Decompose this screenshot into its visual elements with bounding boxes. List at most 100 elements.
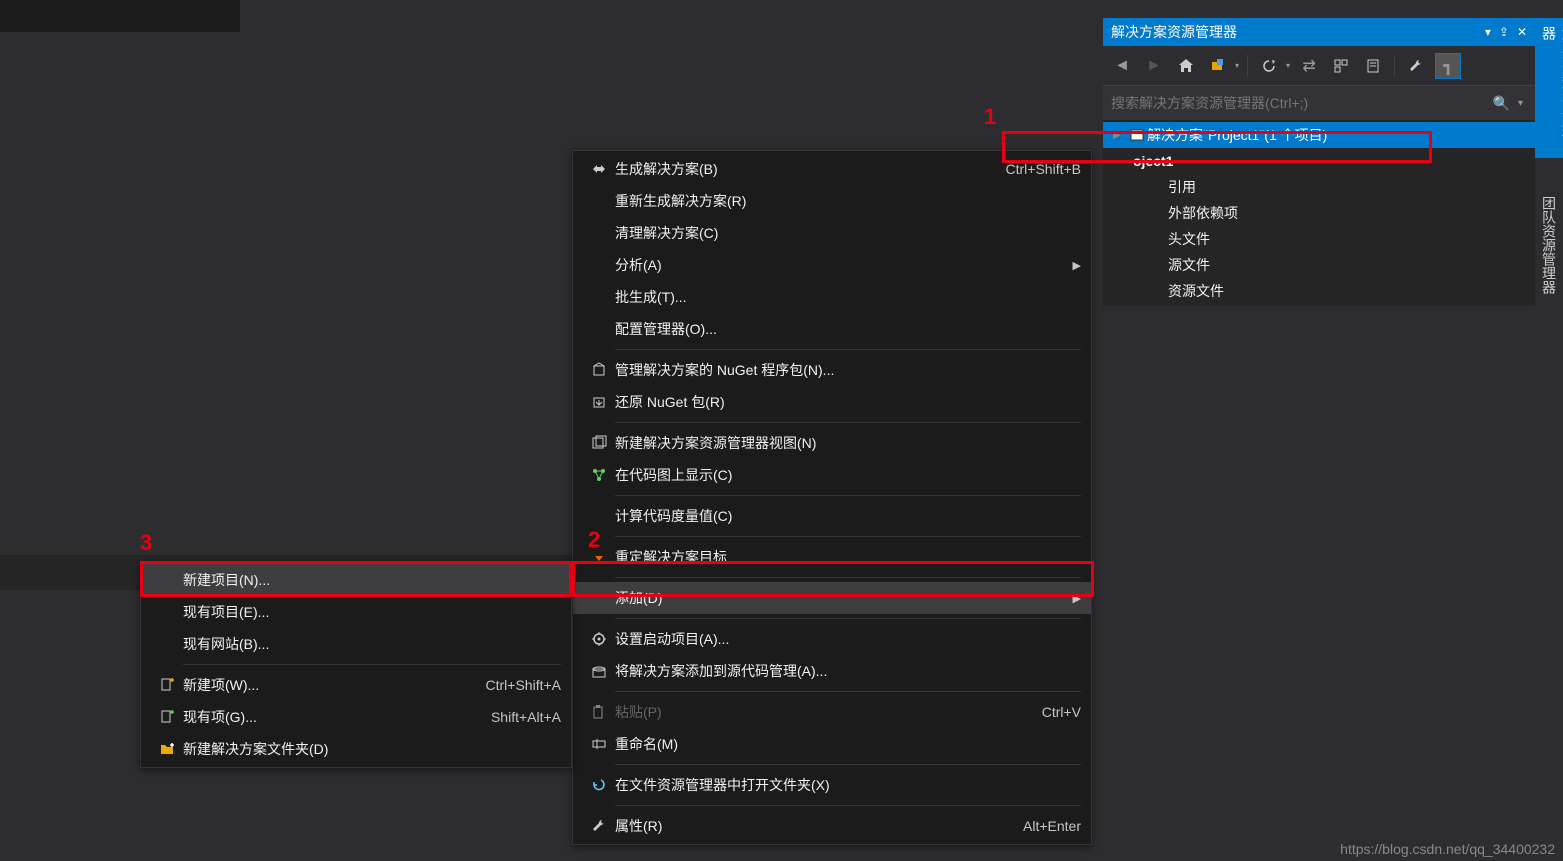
menu-item-label: 新建解决方案文件夹(D) — [183, 739, 561, 759]
menu-item[interactable]: 还原 NuGet 包(R) — [573, 386, 1091, 418]
menu-item[interactable]: 重新生成解决方案(R) — [573, 185, 1091, 217]
dropdown-arrow-icon[interactable]: ▾ — [1235, 61, 1239, 70]
menu-separator — [615, 577, 1081, 578]
solution-explorer-titlebar[interactable]: 解决方案资源管理器 ▾ ⇪ ✕ — [1103, 18, 1535, 46]
menu-item[interactable]: 将解决方案添加到源代码管理(A)... — [573, 655, 1091, 687]
tree-label: 头文件 — [1168, 229, 1210, 249]
tree-item[interactable]: 源文件 — [1103, 252, 1535, 278]
menu-separator — [183, 664, 561, 665]
vtab-solution-explorer[interactable]: 解决方案资源管理器 — [1535, 18, 1563, 158]
menu-item[interactable]: 批生成(T)... — [573, 281, 1091, 313]
separator — [1247, 55, 1248, 77]
preview-icon[interactable]: ┓ — [1435, 53, 1461, 79]
menu-item[interactable]: 清理解决方案(C) — [573, 217, 1091, 249]
menu-item[interactable]: 新建项目(N)... — [141, 564, 571, 596]
menu-item-label: 生成解决方案(B) — [615, 159, 1006, 179]
startup-icon — [583, 631, 615, 647]
tree-solution-node[interactable]: ▶ 解决方案"Project1"(1 个项目) — [1103, 122, 1535, 148]
menu-item-label: 添加(D) — [615, 588, 1065, 608]
menu-item[interactable]: 现有项目(E)... — [141, 596, 571, 628]
explorer-icon — [583, 777, 615, 793]
annotation-label-3: 3 — [140, 530, 152, 556]
menu-item-label: 设置启动项目(A)... — [615, 629, 1081, 649]
menu-item-label: 新建项目(N)... — [183, 570, 561, 590]
menu-item-label: 管理解决方案的 NuGet 程序包(N)... — [615, 360, 1081, 380]
refresh-icon[interactable] — [1256, 53, 1282, 79]
properties-icon[interactable] — [1360, 53, 1386, 79]
menu-item-label: 计算代码度量值(C) — [615, 506, 1081, 526]
menu-item-label: 现有网站(B)... — [183, 634, 561, 654]
restore-icon — [583, 394, 615, 410]
tree-item[interactable]: 外部依赖项 — [1103, 200, 1535, 226]
back-icon[interactable]: ◄ — [1109, 53, 1135, 79]
dropdown-arrow-icon[interactable]: ▾ — [1485, 25, 1491, 39]
menu-item[interactable]: 新建解决方案文件夹(D) — [141, 733, 571, 765]
wrench-icon[interactable] — [1403, 53, 1429, 79]
menu-item[interactable]: 分析(A)▶ — [573, 249, 1091, 281]
dropdown-arrow-icon[interactable]: ▾ — [1514, 98, 1527, 109]
home-icon[interactable] — [1173, 53, 1199, 79]
vtab-team-explorer[interactable]: 团队资源管理器 — [1535, 188, 1563, 328]
show-all-icon[interactable] — [1328, 53, 1354, 79]
submenu-arrow-icon: ▶ — [1065, 259, 1081, 272]
menu-item[interactable]: 生成解决方案(B)Ctrl+Shift+B — [573, 153, 1091, 185]
menu-separator — [615, 764, 1081, 765]
menu-item-label: 重新生成解决方案(R) — [615, 191, 1081, 211]
menu-item-label: 重命名(M) — [615, 734, 1081, 754]
menu-item[interactable]: 设置启动项目(A)... — [573, 623, 1091, 655]
tree-item[interactable]: 资源文件 — [1103, 278, 1535, 304]
menu-item[interactable]: 新建项(W)...Ctrl+Shift+A — [141, 669, 571, 701]
menu-item-label: 粘贴(P) — [615, 702, 1042, 722]
menu-separator — [615, 349, 1081, 350]
sync-icon[interactable] — [1205, 53, 1231, 79]
menu-item-label: 新建项(W)... — [183, 675, 486, 695]
source-icon — [583, 663, 615, 679]
menu-separator — [615, 691, 1081, 692]
collapse-all-icon[interactable]: ⇄ — [1296, 53, 1322, 79]
menu-item[interactable]: 现有项(G)...Shift+Alt+A — [141, 701, 571, 733]
menu-item-label: 现有项(G)... — [183, 707, 491, 727]
menu-item[interactable]: 新建解决方案资源管理器视图(N) — [573, 427, 1091, 459]
menu-item[interactable]: 添加(D)▶ — [573, 582, 1091, 614]
tree-project-node[interactable]: oject1 — [1103, 148, 1535, 174]
search-input[interactable] — [1111, 95, 1489, 111]
solution-explorer-title: 解决方案资源管理器 — [1111, 22, 1485, 42]
menu-item[interactable]: 在代码图上显示(C) — [573, 459, 1091, 491]
context-menu: 生成解决方案(B)Ctrl+Shift+B 重新生成解决方案(R) 清理解决方案(C… — [572, 150, 1092, 845]
menu-item[interactable]: 计算代码度量值(C) — [573, 500, 1091, 532]
tree-label: 解决方案"Project1"(1 个项目) — [1147, 125, 1327, 145]
submenu-arrow-icon: ▶ — [1065, 592, 1081, 605]
tree-item[interactable]: 引用 — [1103, 174, 1535, 200]
menu-item-label: 还原 NuGet 包(R) — [615, 392, 1081, 412]
menu-item[interactable]: 重命名(M) — [573, 728, 1091, 760]
menu-item[interactable]: 重定解决方案目标 — [573, 541, 1091, 573]
menu-item[interactable]: 属性(R)Alt+Enter — [573, 810, 1091, 842]
annotation-label-2: 2 — [588, 527, 600, 553]
menu-item[interactable]: 现有网站(B)... — [141, 628, 571, 660]
menu-item-shortcut: Ctrl+Shift+A — [486, 677, 561, 693]
nuget-icon — [583, 362, 615, 378]
forward-icon[interactable]: ► — [1141, 53, 1167, 79]
rename-icon — [583, 736, 615, 752]
expand-icon[interactable]: ▶ — [1113, 130, 1127, 141]
pin-icon[interactable]: ⇪ — [1499, 25, 1509, 39]
wrench-icon — [583, 818, 615, 834]
menu-item-label: 属性(R) — [615, 816, 1023, 836]
menu-item-label: 将解决方案添加到源代码管理(A)... — [615, 661, 1081, 681]
solution-icon — [1127, 127, 1147, 143]
menu-item-shortcut: Ctrl+V — [1042, 704, 1081, 720]
search-box[interactable]: 🔍 ▾ — [1103, 86, 1535, 120]
menu-item[interactable]: 配置管理器(O)... — [573, 313, 1091, 345]
menu-item[interactable]: 在文件资源管理器中打开文件夹(X) — [573, 769, 1091, 801]
menu-separator — [615, 618, 1081, 619]
tree-item[interactable]: 头文件 — [1103, 226, 1535, 252]
tree-label: 资源文件 — [1168, 281, 1224, 301]
menu-separator — [615, 536, 1081, 537]
editor-tab-strip — [0, 0, 240, 32]
search-icon[interactable]: 🔍 — [1489, 95, 1514, 112]
existing-item-icon — [151, 709, 183, 725]
menu-item[interactable]: 管理解决方案的 NuGet 程序包(N)... — [573, 354, 1091, 386]
new-item-icon — [151, 677, 183, 693]
close-icon[interactable]: ✕ — [1517, 25, 1527, 39]
dropdown-arrow-icon[interactable]: ▾ — [1286, 61, 1290, 70]
